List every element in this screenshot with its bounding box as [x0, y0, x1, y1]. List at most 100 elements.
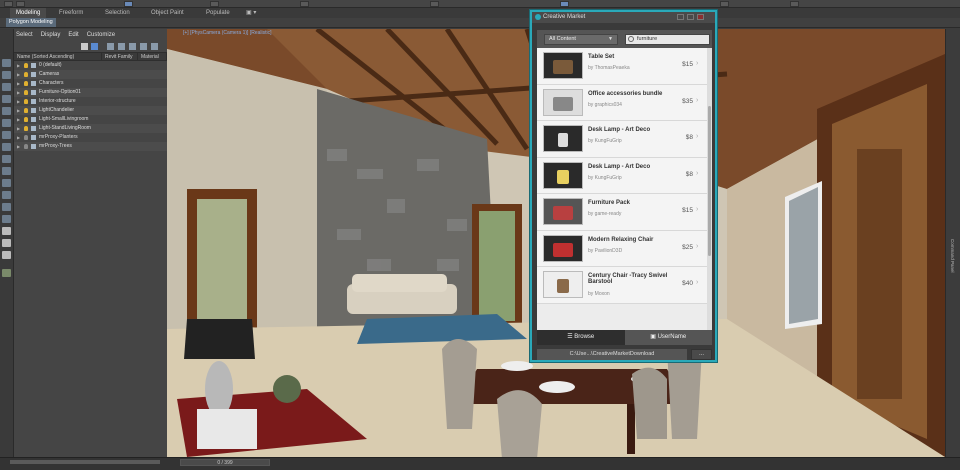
time-slider[interactable]: 0 / 399 [180, 459, 270, 466]
close-icon[interactable] [81, 43, 88, 50]
render-setup-icon[interactable] [560, 1, 569, 7]
expand-arrow-icon[interactable]: ▶ [17, 142, 20, 151]
maximize-icon[interactable] [687, 14, 694, 20]
snap-icon[interactable] [430, 1, 439, 7]
expand-arrow-icon[interactable]: ▶ [17, 88, 20, 97]
list-item[interactable]: Century Chair -Tracy Swivel Barstool by … [537, 267, 707, 304]
close-icon[interactable] [697, 14, 704, 20]
render-icon[interactable] [790, 1, 799, 7]
mini-listener[interactable] [10, 460, 160, 464]
select-layer-icon[interactable] [140, 43, 147, 50]
light-bulb-icon[interactable] [24, 90, 28, 95]
material-editor-icon[interactable] [720, 1, 729, 7]
list-item[interactable]: Desk Lamp - Art Deco by KungFuGrip $8 › [537, 121, 707, 158]
filter-geometry-icon[interactable] [2, 59, 11, 67]
list-item[interactable]: Furniture Pack by game-ready $15 › [537, 194, 707, 231]
light-bulb-icon[interactable] [24, 63, 28, 68]
ribbon-options-icon[interactable]: ▣ ▾ [240, 8, 262, 18]
polygon-modeling-panel[interactable]: Polygon Modeling [6, 18, 56, 27]
filter-icon[interactable] [91, 43, 98, 50]
window-titlebar[interactable]: Creative Market [532, 12, 715, 23]
tab-user[interactable]: ▣ UserName [624, 330, 712, 345]
layer-row[interactable]: ▶ LightChandelier [14, 106, 167, 115]
undo-icon[interactable] [4, 1, 13, 7]
expand-arrow-icon[interactable]: ▶ [17, 97, 20, 106]
light-bulb-icon[interactable] [24, 135, 28, 140]
layer-row[interactable]: ▶ Characters [14, 79, 167, 88]
list-item[interactable]: Modern Relaxing Chair by PavilionD3D $25… [537, 230, 707, 267]
light-bulb-icon[interactable] [24, 108, 28, 113]
filter-frozen-icon[interactable] [2, 179, 11, 187]
filter-containers-icon[interactable] [2, 167, 11, 175]
filter-shapes-icon[interactable] [2, 71, 11, 79]
invert-display-icon[interactable] [2, 227, 11, 235]
browse-path-button[interactable]: ... [691, 349, 712, 360]
search-input[interactable]: furniture [625, 34, 710, 45]
filter-funnel-icon[interactable] [2, 269, 11, 277]
display-none-icon[interactable] [2, 215, 11, 223]
layer-row[interactable]: ▶ Light-StandLivingRoom [14, 124, 167, 133]
list-item[interactable]: Desk Lamp - Art Deco by KungFuGrip $8 › [537, 157, 707, 194]
light-bulb-icon[interactable] [24, 126, 28, 131]
download-path-field[interactable]: C:\Use...\CreativeMarketDownload [537, 349, 687, 360]
minimize-icon[interactable] [677, 14, 684, 20]
tab-modeling[interactable]: Modeling [10, 8, 47, 18]
display-all-icon[interactable] [2, 203, 11, 211]
expand-arrow-icon[interactable]: ▶ [17, 70, 20, 79]
expand-arrow-icon[interactable]: ▶ [17, 106, 20, 115]
light-bulb-icon[interactable] [24, 72, 28, 77]
add-to-layer-icon[interactable] [129, 43, 136, 50]
filter-xrefs-icon[interactable] [2, 143, 11, 151]
content-filter-dropdown[interactable]: All Content ▼ [544, 34, 618, 45]
layer-row[interactable]: ▶ 0 (default) [14, 61, 167, 70]
layer-row[interactable]: ▶ Cameras [14, 70, 167, 79]
col-revit-family[interactable]: Revit Family [102, 53, 138, 60]
scrollbar-thumb[interactable] [708, 106, 711, 256]
menu-customize[interactable]: Customize [87, 32, 115, 38]
filter-hidden-icon[interactable] [2, 191, 11, 199]
rotate-icon[interactable] [300, 1, 309, 7]
lock-selection-icon[interactable] [2, 251, 11, 259]
scrollbar[interactable] [707, 48, 712, 330]
expand-arrow-icon[interactable]: ▶ [17, 133, 20, 142]
sync-selection-icon[interactable] [2, 239, 11, 247]
filter-groups-icon[interactable] [2, 131, 11, 139]
tab-object-paint[interactable]: Object Paint [145, 8, 190, 18]
select-icon[interactable] [124, 1, 133, 7]
layer-row[interactable]: ▶ mrProxy-Planters [14, 133, 167, 142]
expand-arrow-icon[interactable]: ▶ [17, 61, 20, 70]
tab-selection[interactable]: Selection [99, 8, 136, 18]
layer-row[interactable]: ▶ Light-SmallLivingroom [14, 115, 167, 124]
redo-icon[interactable] [16, 1, 25, 7]
layer-row[interactable]: ▶ mrProxy-Trees [14, 142, 167, 151]
layer-row[interactable]: ▶ Interior-structure [14, 97, 167, 106]
tab-browse[interactable]: ☰ Browse [537, 330, 625, 345]
hierarchy-icon[interactable] [151, 43, 158, 50]
menu-select[interactable]: Select [16, 32, 33, 38]
tab-freeform[interactable]: Freeform [53, 8, 89, 18]
col-material[interactable]: Material [138, 53, 167, 60]
light-bulb-icon[interactable] [24, 117, 28, 122]
menu-edit[interactable]: Edit [68, 32, 78, 38]
lock-icon[interactable] [107, 43, 114, 50]
filter-lights-icon[interactable] [2, 83, 11, 91]
filter-spacewarps-icon[interactable] [2, 119, 11, 127]
layer-row[interactable]: ▶ Furniture-Option01 [14, 88, 167, 97]
command-panel-collapsed[interactable]: Command Panel [945, 29, 960, 457]
light-bulb-icon[interactable] [24, 99, 28, 104]
filter-helpers-icon[interactable] [2, 107, 11, 115]
new-layer-icon[interactable] [118, 43, 125, 50]
filter-cameras-icon[interactable] [2, 95, 11, 103]
viewport-label[interactable]: [+] [PhysCamera (Camera 1)] [Realistic] [183, 30, 272, 36]
filter-bones-icon[interactable] [2, 155, 11, 163]
list-item[interactable]: Table Set by ThomasPeaeka $15 › [537, 48, 707, 85]
light-bulb-icon[interactable] [24, 144, 28, 149]
expand-arrow-icon[interactable]: ▶ [17, 124, 20, 133]
col-name[interactable]: Name (Sorted Ascending) [14, 53, 102, 60]
expand-arrow-icon[interactable]: ▶ [17, 79, 20, 88]
expand-arrow-icon[interactable]: ▶ [17, 115, 20, 124]
tab-populate[interactable]: Populate [200, 8, 236, 18]
list-item[interactable]: Office accessories bundle by graphics034… [537, 84, 707, 121]
light-bulb-icon[interactable] [24, 81, 28, 86]
move-icon[interactable] [210, 1, 219, 7]
